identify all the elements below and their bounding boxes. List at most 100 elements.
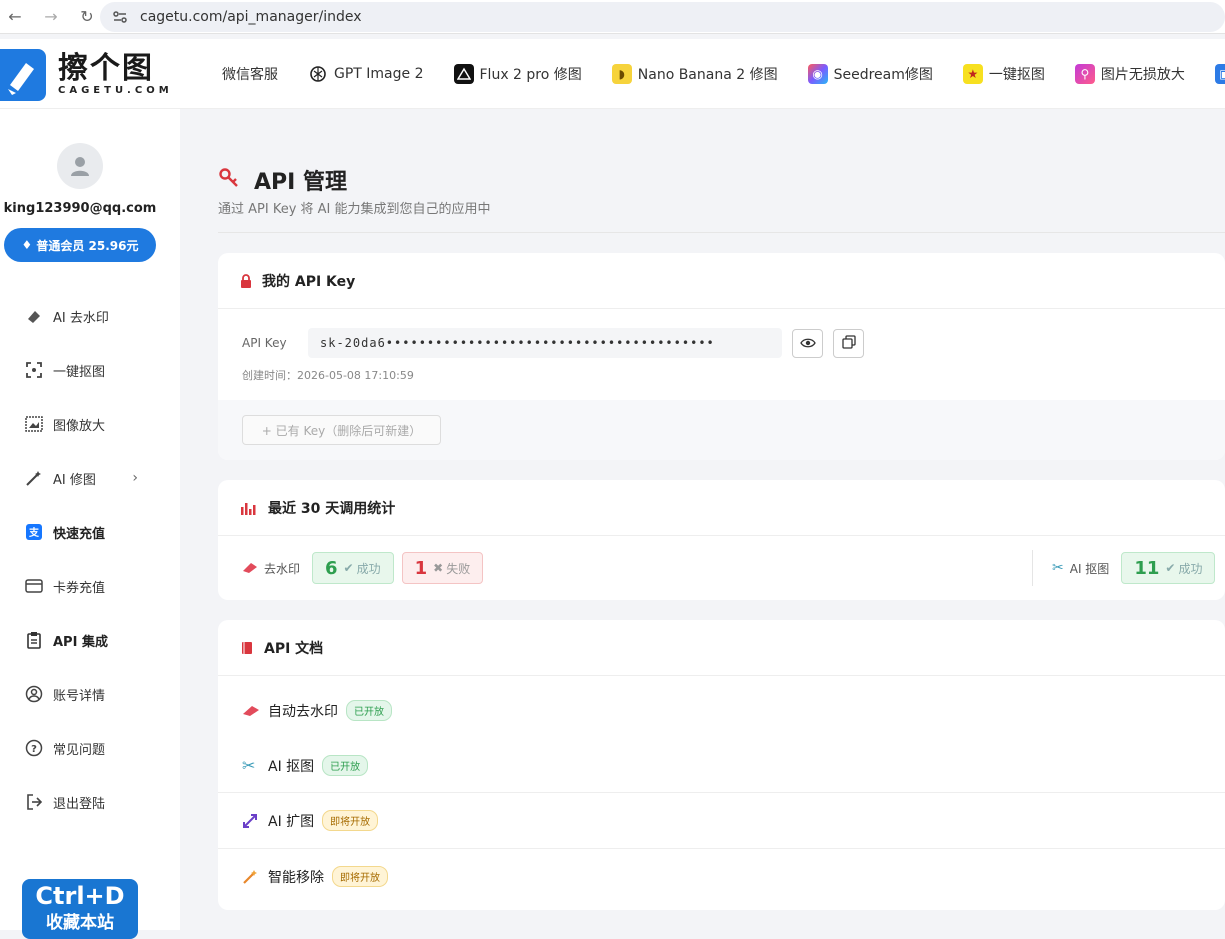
- nav-upscale[interactable]: ⚲ 图片无损放大: [1074, 64, 1185, 84]
- magic-wand-icon: [24, 468, 44, 488]
- doc-label: 智能移除: [268, 869, 324, 886]
- bookmark-banner[interactable]: Ctrl+D 收藏本站: [22, 879, 138, 939]
- add-key-button[interactable]: + 已有 Key（删除后可新建）: [242, 415, 441, 445]
- alipay-icon: 支: [24, 522, 44, 542]
- page-subtitle: 通过 API Key 将 AI 能力集成到您自己的应用中: [218, 202, 491, 217]
- sidebar-item-label: 快速充值: [53, 526, 106, 542]
- seedream-icon: ◉: [807, 64, 828, 84]
- sidebar-item-label: 一键抠图: [53, 364, 106, 380]
- status-badge: 已开放: [322, 755, 369, 776]
- sidebar-item-watermark[interactable]: AI 去水印: [24, 289, 164, 343]
- sidebar-item-label: 账号详情: [53, 688, 106, 704]
- reload-icon[interactable]: ↻: [72, 2, 102, 32]
- question-icon: ?: [24, 738, 44, 758]
- sidebar-item-faq[interactable]: ? 常见问题: [24, 721, 164, 775]
- banana-icon: ◗: [611, 64, 632, 84]
- stat-group-cutout: ✂ AI 抠图 11 ✔ 成功: [1052, 552, 1223, 584]
- nav-label: 图片无损放大: [1100, 67, 1185, 83]
- nav-label: 微信客服: [222, 67, 278, 83]
- svg-text:支: 支: [28, 526, 40, 539]
- stats-card: 最近 30 天调用统计 去水印 6 ✔ 成功 1 ✖ 失败 ✂ AI 抠图 11 ✔…: [218, 480, 1225, 600]
- member-text: 普通会员 25.96元: [36, 238, 139, 253]
- doc-item-remove[interactable]: 智能移除 即将开放: [218, 849, 1225, 904]
- svg-text:?: ?: [31, 744, 37, 755]
- card-icon: [24, 576, 44, 596]
- eraser-icon: [242, 559, 258, 578]
- sidebar-item-label: AI 去水印: [53, 310, 109, 326]
- star-icon: ★: [962, 64, 983, 84]
- eraser-icon: [242, 705, 260, 717]
- logout-icon: [24, 792, 44, 812]
- status-badge: 已开放: [346, 700, 392, 721]
- address-bar[interactable]: cagetu.com/api_manager/index: [100, 2, 1225, 32]
- nav-seedream[interactable]: ◉ Seedream修图: [807, 64, 933, 84]
- eraser-icon: [24, 306, 44, 326]
- sidebar-item-cutout[interactable]: 一键抠图: [24, 343, 164, 397]
- api-key-label: API Key: [242, 336, 287, 350]
- sidebar-item-api[interactable]: API 集成: [24, 613, 164, 667]
- status-badge: 即将开放: [322, 810, 379, 831]
- sidebar-item-card-recharge[interactable]: 卡券充值: [24, 559, 164, 613]
- fail-label: 失败: [446, 561, 471, 576]
- card-header: API 文档: [218, 620, 1225, 676]
- sidebar-item-label: 卡券充值: [53, 580, 106, 596]
- nav-label: GPT Image 2: [334, 66, 424, 82]
- sidebar-item-account[interactable]: 账号详情: [24, 667, 164, 721]
- nav-wechat-service[interactable]: 微信客服: [222, 64, 278, 84]
- doc-item-outpaint[interactable]: AI 扩图 即将开放: [218, 793, 1225, 848]
- sidebar-item-label: 常见问题: [53, 742, 106, 758]
- api-key-field[interactable]: sk-20da6••••••••••••••••••••••••••••••••…: [308, 328, 782, 358]
- nav-label: Nano Banana 2 修图: [637, 67, 778, 83]
- copy-key-button[interactable]: [833, 328, 864, 358]
- doc-item-watermark[interactable]: 自动去水印 已开放: [218, 683, 1225, 738]
- site-logo[interactable]: 擦个图 CAGETU.COM: [0, 47, 175, 102]
- success-label: 成功: [1178, 561, 1203, 576]
- sidebar-item-ai-edit[interactable]: AI 修图 ›: [24, 451, 164, 505]
- divider: [1032, 550, 1033, 586]
- member-badge[interactable]: ♦ 普通会员 25.96元: [4, 228, 156, 262]
- avatar[interactable]: [57, 143, 103, 189]
- bookmark-text: 收藏本站: [46, 913, 114, 933]
- success-count-badge: 6 ✔ 成功: [312, 552, 394, 584]
- image-enlarge-icon: [24, 414, 44, 434]
- nav-flux[interactable]: Flux 2 pro 修图: [453, 64, 582, 84]
- key-icon: [218, 167, 240, 193]
- api-key-footer: + 已有 Key（删除后可新建）: [218, 400, 1225, 460]
- crop-icon: [24, 360, 44, 380]
- doc-label: AI 扩图: [268, 813, 315, 830]
- flux-icon: [453, 64, 474, 84]
- sidebar-item-recharge[interactable]: 支 快速充值: [24, 505, 164, 559]
- sidebar-item-logout[interactable]: 退出登陆: [24, 775, 164, 829]
- nav-cutout[interactable]: ★ 一键抠图: [962, 64, 1045, 84]
- created-time: 创建时间：2026-05-08 17:10:59: [242, 369, 414, 382]
- nav-nano-banana[interactable]: ◗ Nano Banana 2 修图: [611, 64, 778, 84]
- card-header: 我的 API Key: [218, 253, 1225, 309]
- bar-chart-icon: [240, 501, 258, 515]
- site-info-icon[interactable]: [112, 9, 128, 25]
- nav-gpt-image[interactable]: GPT Image 2: [308, 64, 424, 84]
- card-title: 我的 API Key: [262, 273, 356, 290]
- logo-text-cn: 擦个图: [58, 51, 154, 86]
- sidebar-item-label: AI 修图: [53, 472, 96, 488]
- show-key-button[interactable]: [792, 328, 823, 358]
- api-docs-card: API 文档 自动去水印 已开放 ✂ AI 抠图 已开放 AI 扩图 即将开放 …: [218, 620, 1225, 910]
- stat-group-watermark: 去水印 6 ✔ 成功 1 ✖ 失败: [242, 552, 491, 584]
- lock-icon: [240, 273, 252, 288]
- chevron-right-icon[interactable]: ›: [132, 470, 138, 486]
- doc-item-cutout[interactable]: ✂ AI 抠图 已开放: [218, 738, 1225, 793]
- book-icon: [240, 641, 254, 655]
- status-badge: 即将开放: [332, 866, 388, 887]
- api-key-card: 我的 API Key API Key sk-20da6•••••••••••••…: [218, 253, 1225, 460]
- check-circle-icon: ✔: [343, 561, 354, 575]
- sidebar: king123990@qq.com ♦ 普通会员 25.96元 AI 去水印 一…: [0, 109, 180, 939]
- sidebar-item-upscale[interactable]: 图像放大: [24, 397, 164, 451]
- success-count: 11: [1134, 557, 1160, 579]
- scissors-icon: ✂: [1052, 560, 1064, 576]
- page-title-text: API 管理: [254, 170, 347, 195]
- card-header: 最近 30 天调用统计: [218, 480, 1225, 536]
- nav-more[interactable]: ▣: [1214, 64, 1225, 84]
- forward-icon[interactable]: →: [36, 2, 66, 32]
- success-count-badge: 11 ✔ 成功: [1121, 552, 1216, 584]
- back-icon[interactable]: ←: [0, 2, 30, 32]
- x-circle-icon: ✖: [433, 561, 444, 575]
